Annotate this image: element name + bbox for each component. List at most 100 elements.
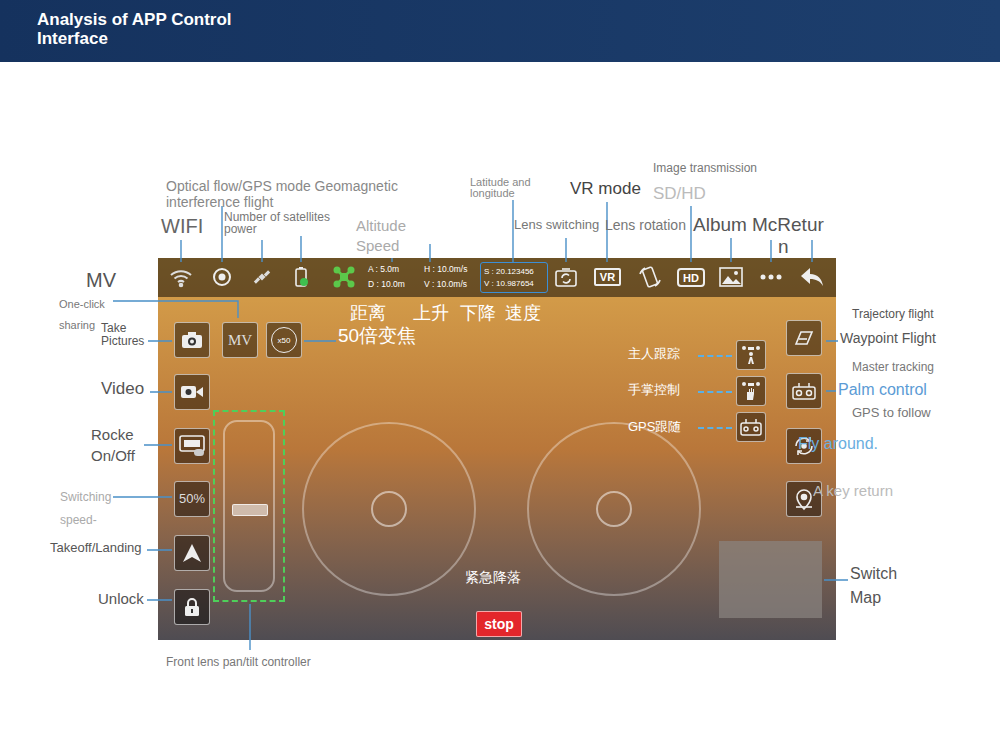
callout-line: Fly around. xyxy=(798,434,878,454)
callout-label: n xyxy=(778,237,789,257)
callout-line: A key return xyxy=(813,482,893,500)
callout-line: MV xyxy=(86,268,116,292)
video-camera-icon[interactable] xyxy=(174,374,210,410)
zoom-button[interactable]: x50 xyxy=(266,322,302,358)
infographic: Analysis of APP ControlInterface A : 5.0… xyxy=(0,0,1000,745)
callout-line: speed- xyxy=(60,509,111,532)
follow-mode-label: 主人跟踪 xyxy=(628,346,680,362)
callout-line: Lens rotation xyxy=(605,216,686,234)
stop-label: stop xyxy=(484,616,514,632)
hd-toggle-button[interactable]: HD xyxy=(677,268,705,287)
mv-button[interactable]: MV xyxy=(222,322,258,358)
callout-label: Lens rotation xyxy=(605,216,686,234)
vr-mode-button[interactable]: VR xyxy=(594,268,621,286)
callout-line: longitude xyxy=(470,188,531,199)
rocker-toggle-icon[interactable] xyxy=(174,428,210,464)
album-icon[interactable] xyxy=(719,267,743,287)
callout-line: Video xyxy=(101,379,144,399)
callout-label: SD/HD xyxy=(653,184,706,204)
callout-line: Latitude and xyxy=(470,177,531,188)
right-joystick[interactable] xyxy=(527,422,701,596)
zoom-label: x50 xyxy=(278,336,291,345)
trajectory-icon[interactable] xyxy=(786,320,822,356)
callout-line: Rocke xyxy=(91,424,135,445)
callout-line: One-click xyxy=(59,294,105,315)
satellite-icon xyxy=(252,267,272,287)
callout-label: WIFI xyxy=(161,214,203,238)
takeoff-landing-icon[interactable] xyxy=(174,535,210,571)
gimbal-slider[interactable] xyxy=(232,504,268,516)
callout-line: n xyxy=(778,237,789,257)
callout-line: Number of satellites xyxy=(224,211,330,223)
follow-mode-icon[interactable] xyxy=(736,340,766,370)
lens-switch-icon[interactable] xyxy=(554,266,578,288)
page-title: Analysis of APP ControlInterface xyxy=(37,10,232,48)
follow-mode-icon[interactable] xyxy=(736,412,766,442)
emergency-stop-button[interactable]: stop xyxy=(476,611,522,637)
callout-line: Image transmission xyxy=(653,161,757,175)
left-joystick[interactable] xyxy=(302,422,476,596)
callout-line: Switch xyxy=(850,562,897,586)
callout-label: Optical flow/GPS mode Geomagneticinterfe… xyxy=(166,178,398,210)
altitude-reading: A : 5.0m xyxy=(368,264,424,275)
callout-label: A key return xyxy=(813,482,893,500)
padlock-icon[interactable] xyxy=(174,589,210,625)
title-line: Analysis of APP Control xyxy=(37,10,232,29)
coordinates-box: S : 20.123456V : 10.987654 xyxy=(480,262,548,293)
callout-label: Fly around. xyxy=(798,434,878,454)
more-icon[interactable] xyxy=(759,272,783,282)
overlay-label: 紧急降落 xyxy=(465,566,521,588)
vr-label: VR xyxy=(600,271,615,283)
callout-label: Unlock xyxy=(98,590,144,608)
callout-line: Lens switching xyxy=(514,217,599,233)
gps-mode-icon[interactable] xyxy=(212,267,232,287)
back-arrow-icon[interactable] xyxy=(800,267,824,287)
horizontal-speed-reading: H : 10.0m/s xyxy=(424,264,480,275)
callout-line: power xyxy=(224,223,330,235)
callout-label: AltitudeSpeed xyxy=(356,216,406,256)
callout-label: One-clicksharing xyxy=(59,294,105,336)
battery-icon xyxy=(293,266,309,288)
callout-line: McRetur xyxy=(752,214,824,236)
overlay-label: 下降 xyxy=(460,302,496,324)
leader-lines xyxy=(0,0,1000,745)
callout-label: Image transmission xyxy=(653,161,757,175)
callout-line: Takeoff/Landing xyxy=(50,540,142,556)
overlay-label: 50倍变焦 xyxy=(338,325,416,347)
callout-label: Trajectory flight xyxy=(852,307,934,322)
callout-label: Number of satellitespower xyxy=(224,211,330,235)
camera-icon[interactable] xyxy=(174,322,210,358)
mini-map[interactable] xyxy=(719,541,822,618)
joystick-thumb[interactable] xyxy=(371,491,407,527)
joystick-thumb[interactable] xyxy=(596,491,632,527)
top-status-bar: A : 5.0mH : 10.0m/sD : 10.0mV : 10.0m/sS… xyxy=(158,258,836,297)
callout-line: Master tracking xyxy=(852,360,934,375)
callout-line: VR mode xyxy=(570,179,641,199)
lens-rotation-icon[interactable] xyxy=(637,264,663,290)
speed-switch-button[interactable]: 50% xyxy=(174,481,210,517)
flight-status: A : 5.0mH : 10.0m/sD : 10.0mV : 10.0m/s xyxy=(368,264,480,290)
speed-label: 50% xyxy=(179,489,205,509)
callout-line: Altitude xyxy=(356,216,406,236)
callout-line: Album xyxy=(693,214,747,236)
callout-line: Take xyxy=(101,322,144,335)
follow-mode-icon[interactable] xyxy=(736,376,766,406)
callout-label: TakePictures xyxy=(101,322,144,348)
callout-line: GPS to follow xyxy=(852,405,931,421)
callout-label: GPS to follow xyxy=(852,405,931,421)
callout-label: Latitude andlongitude xyxy=(470,177,531,199)
gimbal-track xyxy=(223,420,275,592)
callout-line: Speed xyxy=(356,236,406,256)
latitude-reading: S : 20.123456 xyxy=(484,266,544,277)
palm-controller-icon[interactable] xyxy=(786,373,822,409)
follow-leader xyxy=(698,391,732,393)
callout-label: RockeOn/Off xyxy=(91,424,135,466)
callout-line: Pictures xyxy=(101,335,144,348)
callout-label: SwitchMap xyxy=(850,562,897,610)
callout-label: Lens switching xyxy=(514,217,599,233)
follow-leader xyxy=(698,427,732,429)
callout-line: On/Off xyxy=(91,445,135,466)
wifi-icon xyxy=(169,268,193,288)
distance-reading: D : 10.0m xyxy=(368,279,424,290)
follow-mode-label: 手掌控制 xyxy=(628,382,680,398)
